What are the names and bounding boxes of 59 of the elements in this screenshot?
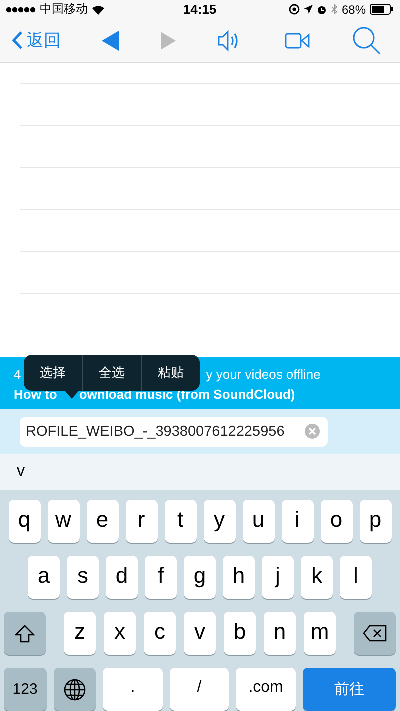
letter-key[interactable]: r — [126, 500, 158, 544]
back-button[interactable]: 返回 — [12, 29, 61, 52]
back-arrow-icon[interactable] — [102, 30, 120, 51]
key[interactable]: .com — [236, 668, 296, 711]
delete-icon — [363, 625, 387, 642]
video-camera-icon[interactable] — [284, 32, 311, 50]
letter-key[interactable]: w — [48, 500, 80, 544]
letter-key[interactable]: c — [144, 612, 176, 656]
letter-key[interactable]: d — [106, 556, 138, 600]
letter-key[interactable]: p — [360, 500, 392, 544]
letter-key[interactable]: k — [301, 556, 333, 600]
lock-rotation-icon — [288, 4, 300, 16]
carrier-name: 中国移动 — [40, 1, 88, 18]
wifi-icon — [92, 4, 105, 15]
chevron-left-icon — [12, 31, 23, 50]
letter-key[interactable]: i — [282, 500, 314, 544]
battery-icon — [370, 4, 394, 16]
shift-key[interactable] — [4, 612, 46, 656]
clear-icon[interactable] — [305, 424, 320, 440]
key[interactable]: . — [103, 668, 163, 711]
letter-key[interactable]: e — [86, 500, 118, 544]
menu-item[interactable]: 粘贴 — [142, 355, 200, 392]
signal-icon — [6, 6, 36, 13]
globe-icon — [64, 678, 86, 701]
letter-key[interactable]: z — [64, 612, 96, 656]
numbers-key[interactable]: 123 — [4, 668, 47, 711]
letter-key[interactable]: h — [223, 556, 255, 600]
letter-key[interactable]: u — [242, 500, 274, 544]
go-button[interactable]: 前往 — [302, 668, 396, 711]
address-field[interactable]: ROFILE_WEIBO_-_3938007612225956 — [20, 416, 328, 447]
key[interactable]: / — [170, 668, 230, 711]
suggestion[interactable]: v — [17, 463, 25, 482]
letter-key[interactable]: b — [224, 612, 256, 656]
location-icon — [304, 5, 313, 14]
alarm-icon — [316, 4, 327, 15]
banner-text: y your videos offline — [206, 366, 321, 382]
search-icon[interactable] — [352, 26, 382, 56]
letter-key[interactable]: v — [184, 612, 216, 656]
letter-key[interactable]: f — [145, 556, 177, 600]
letter-key[interactable]: x — [104, 612, 136, 656]
letter-key[interactable]: o — [320, 500, 352, 544]
letter-key[interactable]: q — [8, 500, 40, 544]
bluetooth-icon — [330, 4, 338, 16]
letter-key[interactable]: s — [67, 556, 99, 600]
globe-key[interactable] — [54, 668, 96, 711]
letter-key[interactable]: t — [164, 500, 196, 544]
battery-percent: 68% — [342, 2, 366, 17]
menu-item[interactable]: 全选 — [83, 355, 142, 392]
letter-key[interactable]: n — [264, 612, 296, 656]
time: 14:15 — [183, 2, 217, 18]
shift-icon — [15, 624, 35, 643]
banner-text: 4 — [14, 366, 22, 382]
letter-key[interactable]: g — [184, 556, 216, 600]
letter-key[interactable]: m — [304, 612, 336, 656]
letter-key[interactable]: y — [204, 500, 236, 544]
delete-key[interactable] — [354, 612, 396, 656]
letter-key[interactable]: l — [340, 556, 372, 600]
letter-key[interactable]: a — [28, 556, 60, 600]
letter-key[interactable]: j — [262, 556, 294, 600]
